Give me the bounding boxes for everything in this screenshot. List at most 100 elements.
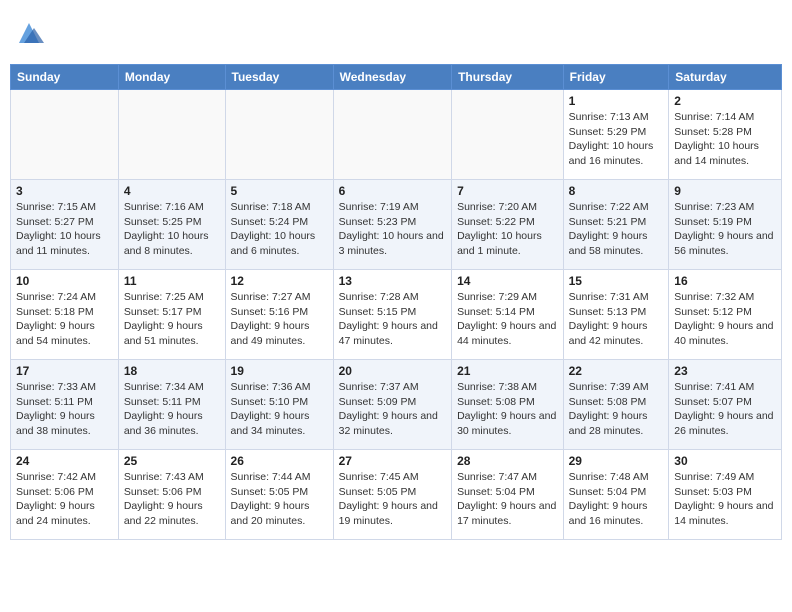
calendar-cell: 17 Sunrise: 7:33 AM Sunset: 5:11 PM Dayli… (11, 360, 119, 450)
calendar-cell (11, 90, 119, 180)
week-row-2: 10Sunrise: 7:24 AM Sunset: 5:18 PM Dayli… (11, 270, 782, 360)
day-number: 12 (231, 274, 328, 288)
day-info: Sunrise: 7:42 AM Sunset: 5:06 PM Dayligh… (16, 470, 113, 529)
day-info: Sunrise: 7:16 AM Sunset: 5:25 PM Dayligh… (124, 200, 220, 259)
calendar-cell: 3 Sunrise: 7:15 AM Sunset: 5:27 PM Daylig… (11, 180, 119, 270)
day-info: Sunrise: 7:32 AM Sunset: 5:12 PM Dayligh… (674, 290, 776, 349)
day-number: 28 (457, 454, 558, 468)
day-info: Sunrise: 7:33 AM Sunset: 5:11 PM Dayligh… (16, 380, 113, 439)
calendar-cell: 29 Sunrise: 7:48 AM Sunset: 5:04 PM Dayli… (563, 450, 669, 540)
day-number: 2 (674, 94, 776, 108)
day-info: Sunrise: 7:23 AM Sunset: 5:19 PM Dayligh… (674, 200, 776, 259)
calendar-cell: 25Sunrise: 7:43 AM Sunset: 5:06 PM Dayli… (118, 450, 225, 540)
day-number: 23 (674, 364, 776, 378)
calendar-cell: 8 Sunrise: 7:22 AM Sunset: 5:21 PM Daylig… (563, 180, 669, 270)
day-number: 4 (124, 184, 220, 198)
day-number: 22 (569, 364, 664, 378)
day-number: 11 (124, 274, 220, 288)
day-number: 15 (569, 274, 664, 288)
calendar-cell: 12 Sunrise: 7:27 AM Sunset: 5:16 PM Dayli… (225, 270, 333, 360)
calendar-cell: 6 Sunrise: 7:19 AM Sunset: 5:23 PM Daylig… (333, 180, 451, 270)
calendar-cell: 27Sunrise: 7:45 AM Sunset: 5:05 PM Dayli… (333, 450, 451, 540)
day-info: Sunrise: 7:14 AM Sunset: 5:28 PM Dayligh… (674, 110, 776, 169)
day-info: Sunrise: 7:25 AM Sunset: 5:17 PM Dayligh… (124, 290, 220, 349)
day-number: 14 (457, 274, 558, 288)
day-info: Sunrise: 7:20 AM Sunset: 5:22 PM Dayligh… (457, 200, 558, 259)
day-number: 26 (231, 454, 328, 468)
week-row-1: 3 Sunrise: 7:15 AM Sunset: 5:27 PM Daylig… (11, 180, 782, 270)
day-number: 16 (674, 274, 776, 288)
calendar-cell: 7 Sunrise: 7:20 AM Sunset: 5:22 PM Daylig… (452, 180, 564, 270)
day-number: 6 (339, 184, 446, 198)
day-number: 27 (339, 454, 446, 468)
day-number: 25 (124, 454, 220, 468)
header-cell-monday: Monday (118, 65, 225, 90)
calendar-cell: 5 Sunrise: 7:18 AM Sunset: 5:24 PM Daylig… (225, 180, 333, 270)
calendar-cell: 4 Sunrise: 7:16 AM Sunset: 5:25 PM Daylig… (118, 180, 225, 270)
day-number: 9 (674, 184, 776, 198)
logo (14, 18, 48, 48)
calendar-cell: 20 Sunrise: 7:37 AM Sunset: 5:09 PM Dayli… (333, 360, 451, 450)
calendar-header: SundayMondayTuesdayWednesdayThursdayFrid… (11, 65, 782, 90)
day-info: Sunrise: 7:39 AM Sunset: 5:08 PM Dayligh… (569, 380, 664, 439)
calendar-cell: 18Sunrise: 7:34 AM Sunset: 5:11 PM Dayli… (118, 360, 225, 450)
day-number: 17 (16, 364, 113, 378)
calendar-cell: 14Sunrise: 7:29 AM Sunset: 5:14 PM Dayli… (452, 270, 564, 360)
day-info: Sunrise: 7:19 AM Sunset: 5:23 PM Dayligh… (339, 200, 446, 259)
day-info: Sunrise: 7:15 AM Sunset: 5:27 PM Dayligh… (16, 200, 113, 259)
calendar-cell: 24 Sunrise: 7:42 AM Sunset: 5:06 PM Dayli… (11, 450, 119, 540)
calendar-cell (118, 90, 225, 180)
calendar-cell: 22 Sunrise: 7:39 AM Sunset: 5:08 PM Dayli… (563, 360, 669, 450)
day-info: Sunrise: 7:38 AM Sunset: 5:08 PM Dayligh… (457, 380, 558, 439)
calendar-cell: 23 Sunrise: 7:41 AM Sunset: 5:07 PM Dayli… (669, 360, 782, 450)
calendar-cell: 26 Sunrise: 7:44 AM Sunset: 5:05 PM Dayli… (225, 450, 333, 540)
calendar-cell: 19 Sunrise: 7:36 AM Sunset: 5:10 PM Dayli… (225, 360, 333, 450)
day-number: 3 (16, 184, 113, 198)
week-row-4: 24 Sunrise: 7:42 AM Sunset: 5:06 PM Dayli… (11, 450, 782, 540)
day-number: 8 (569, 184, 664, 198)
week-row-3: 17 Sunrise: 7:33 AM Sunset: 5:11 PM Dayli… (11, 360, 782, 450)
day-number: 29 (569, 454, 664, 468)
day-info: Sunrise: 7:31 AM Sunset: 5:13 PM Dayligh… (569, 290, 664, 349)
day-info: Sunrise: 7:22 AM Sunset: 5:21 PM Dayligh… (569, 200, 664, 259)
day-info: Sunrise: 7:48 AM Sunset: 5:04 PM Dayligh… (569, 470, 664, 529)
calendar-cell (452, 90, 564, 180)
day-number: 24 (16, 454, 113, 468)
day-info: Sunrise: 7:18 AM Sunset: 5:24 PM Dayligh… (231, 200, 328, 259)
day-number: 19 (231, 364, 328, 378)
day-info: Sunrise: 7:37 AM Sunset: 5:09 PM Dayligh… (339, 380, 446, 439)
calendar-cell: 11 Sunrise: 7:25 AM Sunset: 5:17 PM Dayli… (118, 270, 225, 360)
day-info: Sunrise: 7:36 AM Sunset: 5:10 PM Dayligh… (231, 380, 328, 439)
day-info: Sunrise: 7:44 AM Sunset: 5:05 PM Dayligh… (231, 470, 328, 529)
day-number: 5 (231, 184, 328, 198)
day-number: 20 (339, 364, 446, 378)
day-info: Sunrise: 7:47 AM Sunset: 5:04 PM Dayligh… (457, 470, 558, 529)
day-info: Sunrise: 7:27 AM Sunset: 5:16 PM Dayligh… (231, 290, 328, 349)
day-number: 1 (569, 94, 664, 108)
calendar-cell: 13Sunrise: 7:28 AM Sunset: 5:15 PM Dayli… (333, 270, 451, 360)
day-number: 7 (457, 184, 558, 198)
day-number: 21 (457, 364, 558, 378)
header-cell-thursday: Thursday (452, 65, 564, 90)
header-cell-tuesday: Tuesday (225, 65, 333, 90)
header-cell-sunday: Sunday (11, 65, 119, 90)
calendar-body: 1Sunrise: 7:13 AM Sunset: 5:29 PM Daylig… (11, 90, 782, 540)
day-info: Sunrise: 7:28 AM Sunset: 5:15 PM Dayligh… (339, 290, 446, 349)
calendar-cell: 9 Sunrise: 7:23 AM Sunset: 5:19 PM Daylig… (669, 180, 782, 270)
header-cell-wednesday: Wednesday (333, 65, 451, 90)
calendar-cell: 21 Sunrise: 7:38 AM Sunset: 5:08 PM Dayli… (452, 360, 564, 450)
calendar-cell: 30Sunrise: 7:49 AM Sunset: 5:03 PM Dayli… (669, 450, 782, 540)
header-cell-saturday: Saturday (669, 65, 782, 90)
calendar-cell: 2 Sunrise: 7:14 AM Sunset: 5:28 PM Daylig… (669, 90, 782, 180)
header-cell-friday: Friday (563, 65, 669, 90)
day-info: Sunrise: 7:34 AM Sunset: 5:11 PM Dayligh… (124, 380, 220, 439)
logo-icon (14, 18, 44, 48)
calendar-cell: 16 Sunrise: 7:32 AM Sunset: 5:12 PM Dayli… (669, 270, 782, 360)
day-info: Sunrise: 7:49 AM Sunset: 5:03 PM Dayligh… (674, 470, 776, 529)
page-header (10, 10, 782, 56)
calendar-cell: 15 Sunrise: 7:31 AM Sunset: 5:13 PM Dayli… (563, 270, 669, 360)
calendar-cell: 1Sunrise: 7:13 AM Sunset: 5:29 PM Daylig… (563, 90, 669, 180)
calendar-table: SundayMondayTuesdayWednesdayThursdayFrid… (10, 64, 782, 540)
day-info: Sunrise: 7:24 AM Sunset: 5:18 PM Dayligh… (16, 290, 113, 349)
day-info: Sunrise: 7:41 AM Sunset: 5:07 PM Dayligh… (674, 380, 776, 439)
